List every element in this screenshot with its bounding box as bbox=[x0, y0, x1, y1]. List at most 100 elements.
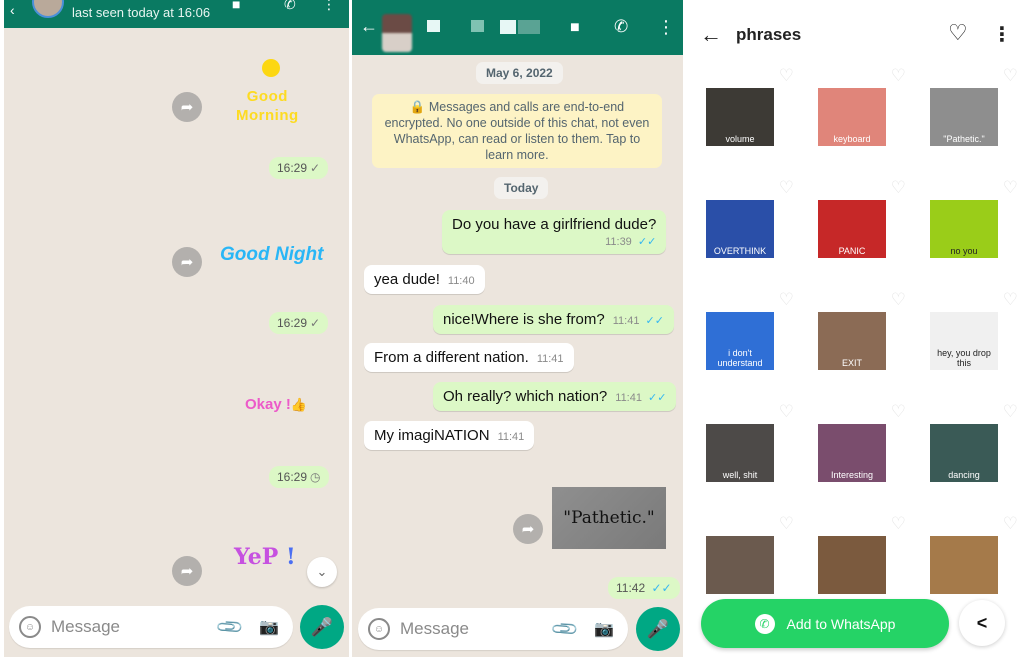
attach-icon[interactable]: 📎 bbox=[215, 612, 246, 643]
back-icon[interactable]: ← bbox=[700, 22, 722, 48]
video-call-icon[interactable]: ■ bbox=[232, 0, 240, 12]
message-bubble-outgoing[interactable]: Do you have a girlfriend dude? 11:39 ✓✓ bbox=[442, 210, 667, 254]
message-text: nice!Where is she from? bbox=[443, 311, 605, 328]
sticker-cell[interactable]: ♡ i don't understand bbox=[686, 284, 798, 396]
message-input[interactable]: Message bbox=[400, 619, 554, 639]
sticker-favorite-icon[interactable]: ♡ bbox=[891, 178, 906, 198]
left-chat-screen: ‹ last seen today at 16:06 ■ ✆ ⋮ Good Mo… bbox=[4, 0, 349, 657]
sticker-thumbnail bbox=[706, 536, 774, 594]
attach-icon[interactable]: 📎 bbox=[550, 614, 581, 645]
message-text: My imagiNATION bbox=[374, 427, 490, 444]
sticker-cell[interactable]: ♡ volume bbox=[686, 60, 798, 172]
blurred-name bbox=[500, 20, 516, 34]
favorite-heart-icon[interactable]: ♡ bbox=[948, 20, 968, 46]
sticker-favorite-icon[interactable]: ♡ bbox=[779, 66, 794, 86]
sticker-favorite-icon[interactable]: ♡ bbox=[779, 178, 794, 198]
video-call-icon[interactable]: ■ bbox=[570, 19, 580, 37]
sticker-favorite-icon[interactable]: ♡ bbox=[891, 514, 906, 534]
sticker-cell[interactable]: ♡ keyboard bbox=[798, 60, 910, 172]
forward-icon[interactable]: ➦ bbox=[172, 556, 202, 586]
sticker-favorite-icon[interactable]: ♡ bbox=[891, 290, 906, 310]
emoji-icon[interactable]: ☺ bbox=[368, 618, 390, 640]
time-text: 16:29 bbox=[277, 470, 308, 484]
scroll-down-button[interactable]: ⌄ bbox=[307, 557, 337, 587]
sticker-caption: PANIC bbox=[838, 246, 866, 256]
camera-icon[interactable]: 📷 bbox=[594, 619, 614, 639]
sticker-caption: i don't understand bbox=[717, 348, 763, 368]
camera-icon[interactable]: 📷 bbox=[259, 617, 279, 637]
sticker-cell[interactable]: ♡ dancing bbox=[910, 396, 1022, 508]
mic-button[interactable]: 🎤 bbox=[300, 605, 344, 649]
sticker-caption: no you bbox=[950, 246, 978, 256]
sticker-cell[interactable]: ♡ no you bbox=[910, 172, 1022, 284]
back-icon[interactable]: ‹ bbox=[10, 2, 15, 18]
mic-button[interactable]: 🎤 bbox=[636, 607, 680, 651]
sticker-caption: well, shit bbox=[722, 470, 758, 480]
sticker-cell[interactable]: ♡ hey, you drop this bbox=[910, 284, 1022, 396]
double-tick-icon: ✓✓ bbox=[645, 315, 664, 327]
sticker-favorite-icon[interactable]: ♡ bbox=[779, 402, 794, 422]
last-seen-status: last seen today at 16:06 bbox=[72, 5, 211, 20]
forward-icon[interactable]: ➦ bbox=[172, 92, 202, 122]
single-tick-icon: ✓ bbox=[310, 161, 321, 175]
message-text: Oh really? which nation? bbox=[443, 388, 608, 405]
message-time: 11:42 ✓✓ bbox=[608, 577, 680, 599]
sticker-okay[interactable]: Okay !👍 bbox=[245, 396, 307, 413]
encryption-notice[interactable]: 🔒 Messages and calls are end-to-end encr… bbox=[372, 94, 662, 168]
sticker-favorite-icon[interactable]: ♡ bbox=[779, 290, 794, 310]
more-options-icon[interactable]: ⋮ bbox=[992, 22, 1012, 47]
sticker-cell[interactable]: ♡ "Pathetic." bbox=[910, 60, 1022, 172]
sticker-pathetic[interactable]: "Pathetic." bbox=[552, 487, 666, 549]
sticker-cell[interactable]: ♡ Interesting bbox=[798, 396, 910, 508]
sticker-good-morning[interactable]: Good Morning bbox=[236, 87, 299, 125]
voice-call-icon[interactable]: ✆ bbox=[284, 0, 296, 13]
sticker-cell[interactable]: ♡ PANIC bbox=[798, 172, 910, 284]
sticker-thumbnail: "Pathetic." bbox=[930, 88, 998, 146]
message-time: 11:40 bbox=[447, 275, 475, 287]
message-bubble-outgoing[interactable]: Oh really? which nation? 11:41 ✓✓ bbox=[433, 382, 677, 411]
message-text: Do you have a girlfriend dude? bbox=[452, 216, 657, 233]
forward-icon[interactable]: ➦ bbox=[172, 247, 202, 277]
more-options-icon[interactable]: ⋮ bbox=[657, 17, 675, 38]
sticker-yep[interactable]: YeP ! bbox=[234, 544, 296, 570]
message-input-bar: ☺ Message 📎 📷 bbox=[9, 606, 293, 648]
sticker-cell[interactable]: ♡ OVERTHINK bbox=[686, 172, 798, 284]
more-options-icon[interactable]: ⋮ bbox=[322, 0, 336, 13]
sticker-thumbnail: EXIT bbox=[818, 312, 886, 370]
sticker-cell[interactable]: ♡ well, shit bbox=[686, 396, 798, 508]
back-icon[interactable]: ← bbox=[360, 16, 378, 37]
sticker-caption: "Pathetic." bbox=[943, 134, 985, 144]
sticker-favorite-icon[interactable]: ♡ bbox=[779, 514, 794, 534]
sticker-favorite-icon[interactable]: ♡ bbox=[891, 66, 906, 86]
sticker-favorite-icon[interactable]: ♡ bbox=[1003, 514, 1018, 534]
sticker-favorite-icon[interactable]: ♡ bbox=[1003, 178, 1018, 198]
blurred-name bbox=[427, 20, 440, 32]
sticker-favorite-icon[interactable]: ♡ bbox=[1003, 66, 1018, 86]
sticker-favorite-icon[interactable]: ♡ bbox=[1003, 402, 1018, 422]
chat-header: ← ■ ✆ ⋮ bbox=[352, 0, 683, 55]
message-bubble-incoming[interactable]: My imagiNATION 11:41 bbox=[364, 421, 535, 450]
contact-avatar-blurred[interactable] bbox=[382, 14, 412, 52]
message-input[interactable]: Message bbox=[51, 617, 219, 637]
sticker-thumbnail: Interesting bbox=[818, 424, 886, 482]
sun-icon bbox=[262, 59, 280, 77]
message-time: 16:29 ✓ bbox=[269, 157, 329, 179]
share-button[interactable]: < bbox=[959, 600, 1005, 646]
pack-title: phrases bbox=[736, 25, 802, 44]
sticker-thumbnail bbox=[930, 536, 998, 594]
sticker-exclaim: ! bbox=[286, 544, 296, 570]
voice-call-icon[interactable]: ✆ bbox=[614, 17, 628, 37]
add-button-label: Add to WhatsApp bbox=[786, 615, 896, 632]
sticker-good-night[interactable]: Good Night bbox=[220, 244, 323, 266]
contact-avatar[interactable] bbox=[32, 0, 64, 18]
add-to-whatsapp-button[interactable]: ✆ Add to WhatsApp bbox=[701, 599, 949, 648]
sticker-cell[interactable]: ♡ EXIT bbox=[798, 284, 910, 396]
message-bubble-incoming[interactable]: From a different nation. 11:41 bbox=[364, 343, 574, 372]
forward-icon[interactable]: ➦ bbox=[513, 514, 543, 544]
message-bubble-incoming[interactable]: yea dude! 11:40 bbox=[364, 265, 485, 294]
sticker-favorite-icon[interactable]: ♡ bbox=[891, 402, 906, 422]
message-bubble-outgoing[interactable]: nice!Where is she from? 11:41 ✓✓ bbox=[433, 305, 674, 334]
message-time: 11:39 bbox=[605, 236, 632, 248]
emoji-icon[interactable]: ☺ bbox=[19, 616, 41, 638]
sticker-favorite-icon[interactable]: ♡ bbox=[1003, 290, 1018, 310]
